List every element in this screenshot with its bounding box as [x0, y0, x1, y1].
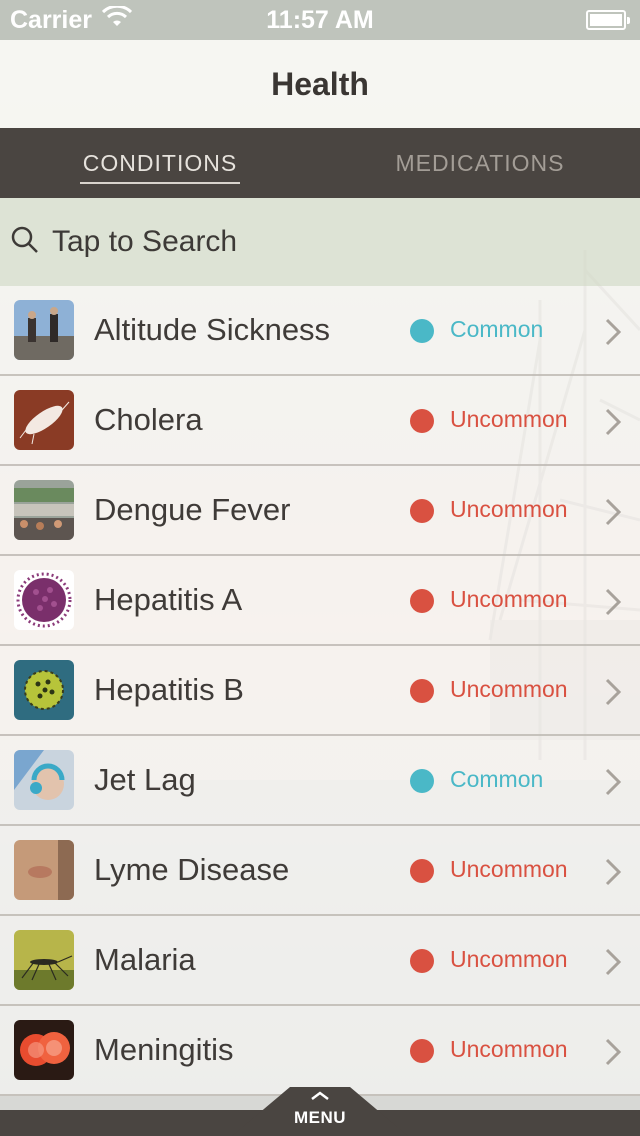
conditions-list: Altitude Sickness Common Cholera Uncommon De…	[0, 286, 640, 1096]
bacteria-red-icon	[14, 1020, 74, 1080]
skin-rash-icon	[14, 840, 74, 900]
condition-name: Malaria	[94, 942, 196, 977]
status-bar: Carrier 11:57 AM	[0, 0, 640, 40]
headphones-traveler-icon	[14, 750, 74, 810]
menu-button[interactable]: MENU	[0, 1108, 640, 1128]
prevalence-dot	[410, 589, 434, 613]
prevalence-label: Uncommon	[450, 586, 568, 612]
prevalence-dot	[410, 949, 434, 973]
condition-name: Meningitis	[94, 1032, 234, 1067]
chevron-right-icon	[604, 498, 622, 531]
chevron-right-icon	[604, 588, 622, 621]
page-title: Health	[271, 65, 369, 102]
condition-name: Lyme Disease	[94, 852, 290, 887]
tab-medications-label: MEDICATIONS	[395, 149, 565, 176]
tab-medications[interactable]: MEDICATIONS	[320, 128, 640, 198]
prevalence-dot	[410, 1039, 434, 1063]
condition-row[interactable]: Malaria Uncommon	[0, 916, 640, 1006]
prevalence-dot	[410, 409, 434, 433]
mosquito-icon	[14, 930, 74, 990]
condition-name: Dengue Fever	[94, 492, 291, 527]
condition-row[interactable]: Lyme Disease Uncommon	[0, 826, 640, 916]
tab-conditions-label: CONDITIONS	[82, 149, 238, 176]
carrier-label: Carrier	[10, 5, 92, 34]
condition-name: Altitude Sickness	[94, 312, 331, 347]
condition-row[interactable]: Dengue Fever Uncommon	[0, 466, 640, 556]
chevron-right-icon	[604, 408, 622, 441]
tab-conditions[interactable]: CONDITIONS	[0, 128, 320, 198]
virus-purple-icon	[14, 570, 74, 630]
condition-name: Hepatitis B	[94, 672, 244, 707]
condition-row[interactable]: Cholera Uncommon	[0, 376, 640, 466]
battery-icon	[586, 10, 630, 30]
condition-row[interactable]: Hepatitis A Uncommon	[0, 556, 640, 646]
segment-tabs: CONDITIONS MEDICATIONS	[0, 128, 640, 198]
mountain-hikers-icon	[14, 300, 74, 360]
wifi-icon	[101, 4, 133, 35]
search-placeholder: Tap to Search	[52, 225, 238, 258]
prevalence-label: Uncommon	[450, 406, 568, 432]
chevron-right-icon	[604, 768, 622, 801]
search-field[interactable]: Tap to Search	[0, 198, 640, 286]
navigation-bar: Health	[0, 40, 640, 128]
condition-row[interactable]: Meningitis Uncommon	[0, 1006, 640, 1096]
condition-row[interactable]: Altitude Sickness Common	[0, 286, 640, 376]
condition-name: Cholera	[94, 402, 203, 437]
condition-row[interactable]: Jet Lag Common	[0, 736, 640, 826]
prevalence-dot	[410, 499, 434, 523]
chevron-right-icon	[604, 858, 622, 891]
crowd-tents-icon	[14, 480, 74, 540]
condition-name: Jet Lag	[94, 762, 196, 797]
prevalence-label: Uncommon	[450, 946, 568, 972]
prevalence-dot	[410, 859, 434, 883]
chevron-right-icon	[604, 948, 622, 981]
prevalence-label: Common	[450, 766, 544, 792]
prevalence-dot	[410, 769, 434, 793]
virus-green-icon	[14, 660, 74, 720]
chevron-right-icon	[604, 1038, 622, 1071]
prevalence-dot	[410, 679, 434, 703]
search-icon	[10, 225, 40, 260]
prevalence-dot	[410, 319, 434, 343]
bacterium-icon	[14, 390, 74, 450]
prevalence-label: Uncommon	[450, 1036, 568, 1062]
prevalence-label: Uncommon	[450, 856, 568, 882]
prevalence-label: Common	[450, 316, 544, 342]
chevron-right-icon	[604, 678, 622, 711]
condition-name: Hepatitis A	[94, 582, 243, 617]
prevalence-label: Uncommon	[450, 496, 568, 522]
chevron-right-icon	[604, 318, 622, 351]
condition-row[interactable]: Hepatitis B Uncommon	[0, 646, 640, 736]
prevalence-label: Uncommon	[450, 676, 568, 702]
